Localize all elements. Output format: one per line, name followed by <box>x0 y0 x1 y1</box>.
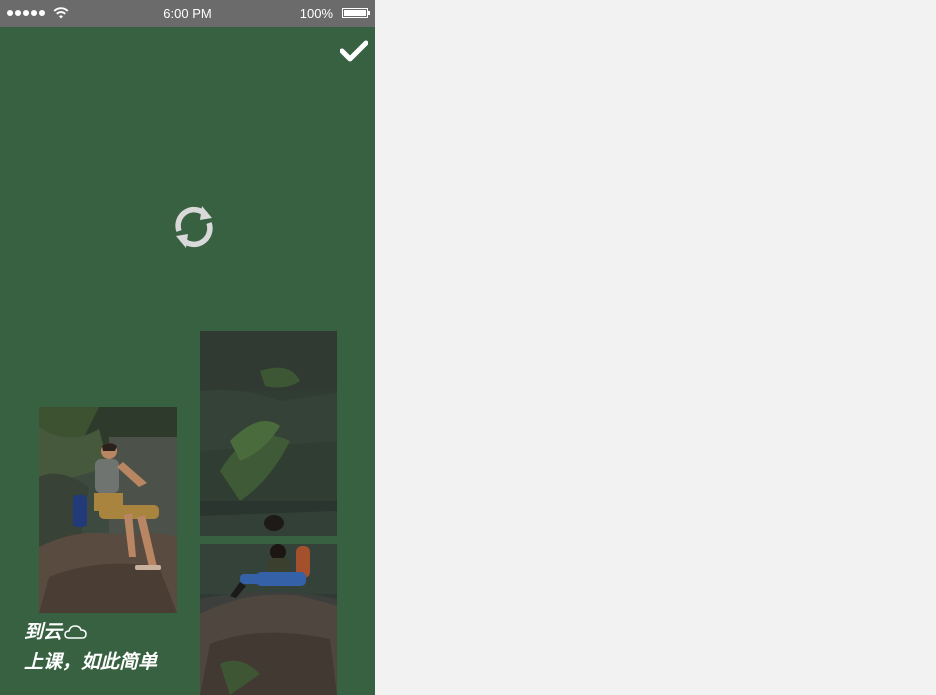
page-canvas: 6:00 PM 100% 到云 上课，如此简单 <box>0 0 936 695</box>
main-screen: 到云 上课，如此简单 <box>0 27 375 695</box>
battery-percentage: 100% <box>299 6 333 21</box>
check-icon[interactable] <box>340 40 368 62</box>
cloud-icon <box>64 625 87 639</box>
status-bar: 6:00 PM 100% <box>0 0 375 27</box>
slogan: 到云 上课，如此简单 <box>24 617 157 677</box>
refresh-icon[interactable] <box>168 201 220 253</box>
photo-rock-wall[interactable] <box>200 331 337 536</box>
battery-icon <box>342 8 370 18</box>
photo-man-on-rock[interactable] <box>39 407 177 613</box>
phone-screen: 6:00 PM 100% 到云 上课，如此简单 <box>0 0 375 695</box>
slogan-line-1: 到云 <box>24 621 63 643</box>
slogan-line-2: 上课，如此简单 <box>24 651 158 673</box>
photo-woman-on-rock[interactable] <box>200 544 337 695</box>
